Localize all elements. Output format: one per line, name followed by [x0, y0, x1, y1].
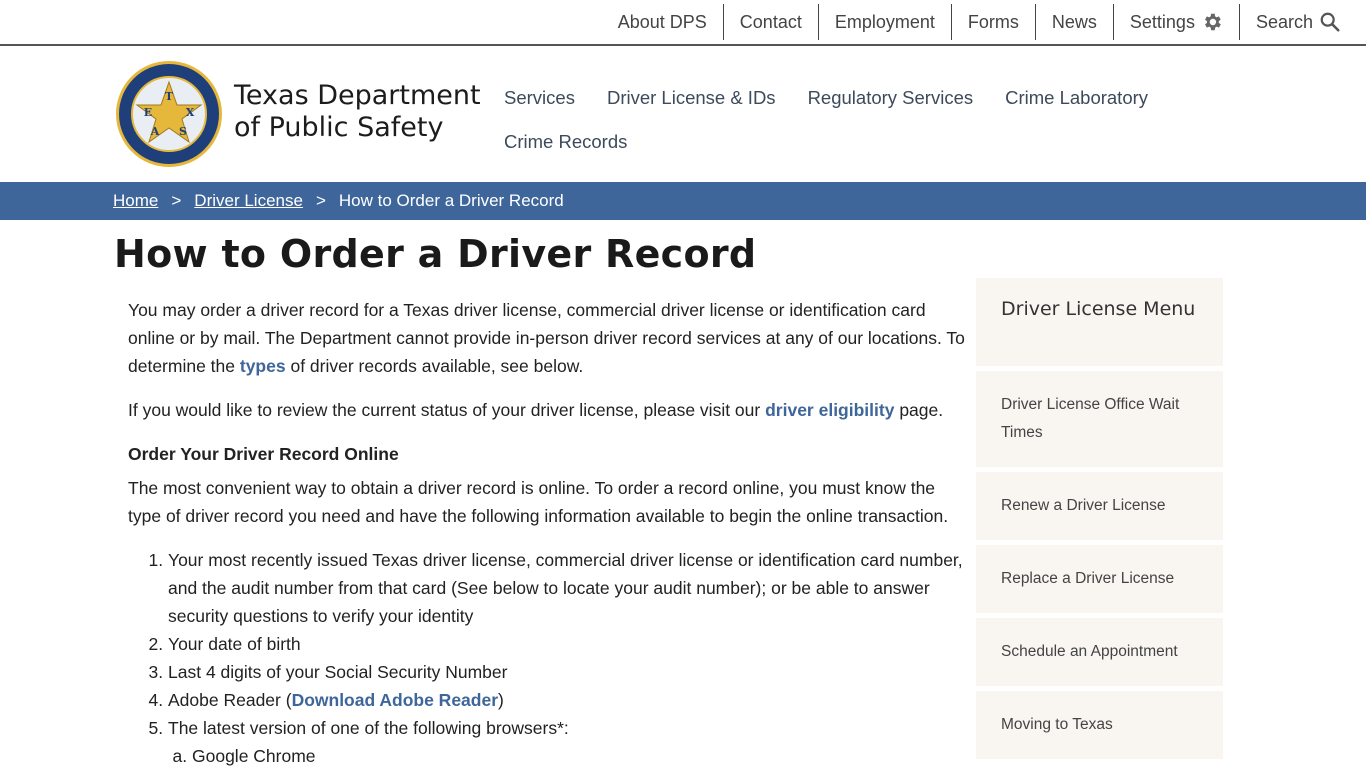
site-header: T E X A S Texas Department of Public Saf… — [0, 46, 1366, 182]
search-button[interactable]: Search — [1240, 4, 1341, 40]
utility-link-news[interactable]: News — [1036, 4, 1114, 40]
list-item: Your date of birth — [168, 630, 968, 658]
svg-text:X: X — [186, 106, 195, 119]
svg-text:E: E — [144, 106, 152, 119]
requirements-list: Your most recently issued Texas driver l… — [168, 546, 968, 768]
svg-text:S: S — [179, 125, 187, 138]
list-item: Last 4 digits of your Social Security Nu… — [168, 658, 968, 686]
eligibility-text: If you would like to review the current … — [128, 400, 766, 420]
sidebar-item-schedule-appointment[interactable]: Schedule an Appointment — [976, 618, 1223, 686]
list-item: The latest version of one of the followi… — [168, 714, 968, 768]
types-link[interactable]: types — [240, 356, 286, 376]
nav-services[interactable]: Services — [488, 76, 591, 120]
breadcrumb-home[interactable]: Home — [113, 191, 158, 211]
utility-link-contact[interactable]: Contact — [724, 4, 819, 40]
intro-text-end: of driver records available, see below. — [285, 356, 584, 376]
main-nav: Services Driver License & IDs Regulatory… — [488, 76, 1168, 164]
settings-button[interactable]: Settings — [1114, 4, 1240, 40]
driver-eligibility-link[interactable]: driver eligibility — [765, 400, 894, 420]
nav-driver-license-ids[interactable]: Driver License & IDs — [591, 76, 792, 120]
sidebar-menu: Driver License Menu Driver License Offic… — [976, 278, 1223, 759]
search-label: Search — [1255, 11, 1313, 32]
nav-regulatory-services[interactable]: Regulatory Services — [792, 76, 990, 120]
sidebar-item-replace[interactable]: Replace a Driver License — [976, 545, 1223, 613]
utility-link-about[interactable]: About DPS — [602, 4, 724, 40]
intro-paragraph: You may order a driver record for a Texa… — [128, 296, 968, 380]
sidebar-item-office-wait-times[interactable]: Driver License Office Wait Times — [976, 371, 1223, 467]
agency-name[interactable]: Texas Department of Public Safety — [234, 80, 481, 144]
breadcrumb-current: How to Order a Driver Record — [338, 191, 564, 210]
svg-text:T: T — [165, 90, 174, 103]
svg-text:A: A — [150, 125, 160, 138]
settings-label: Settings — [1129, 11, 1195, 32]
list-item: Adobe Reader (Download Adobe Reader) — [168, 686, 968, 714]
browsers-list: Google Chrome — [192, 742, 968, 768]
utility-link-forms[interactable]: Forms — [952, 4, 1036, 40]
sidebar-item-moving-to-texas[interactable]: Moving to Texas — [976, 691, 1223, 759]
breadcrumb-driver-license[interactable]: Driver License — [194, 191, 303, 211]
main-content: You may order a driver record for a Texa… — [128, 296, 968, 768]
breadcrumb: Home > Driver License > How to Order a D… — [0, 182, 1366, 220]
utility-bar: About DPS Contact Employment Forms News … — [0, 0, 1366, 46]
gear-icon — [1201, 11, 1223, 33]
nav-crime-laboratory[interactable]: Crime Laboratory — [989, 76, 1164, 120]
utility-nav: About DPS Contact Employment Forms News … — [602, 4, 1341, 40]
sidebar-heading: Driver License Menu — [976, 278, 1223, 366]
online-heading: Order Your Driver Record Online — [128, 444, 399, 464]
online-paragraph: The most convenient way to obtain a driv… — [128, 478, 949, 526]
eligibility-text-end: page. — [894, 400, 944, 420]
agency-name-line2: of Public Safety — [234, 112, 444, 143]
list-item: Google Chrome — [192, 742, 968, 768]
list-item: Your most recently issued Texas driver l… — [168, 546, 968, 630]
nav-crime-records[interactable]: Crime Records — [488, 120, 643, 164]
download-adobe-reader-link[interactable]: Download Adobe Reader — [292, 690, 498, 710]
utility-link-employment[interactable]: Employment — [819, 4, 952, 40]
breadcrumb-separator: > — [171, 191, 182, 210]
page-title: How to Order a Driver Record — [114, 232, 757, 276]
dps-seal-logo[interactable]: T E X A S — [114, 60, 224, 168]
breadcrumb-separator: > — [315, 191, 326, 210]
adobe-text-end: ) — [498, 690, 504, 710]
adobe-text: Adobe Reader ( — [168, 690, 292, 710]
agency-name-line1: Texas Department — [234, 80, 481, 111]
search-icon — [1319, 11, 1341, 33]
eligibility-paragraph: If you would like to review the current … — [128, 396, 968, 424]
browsers-text: The latest version of one of the followi… — [168, 718, 569, 738]
sidebar-item-renew[interactable]: Renew a Driver License — [976, 472, 1223, 540]
